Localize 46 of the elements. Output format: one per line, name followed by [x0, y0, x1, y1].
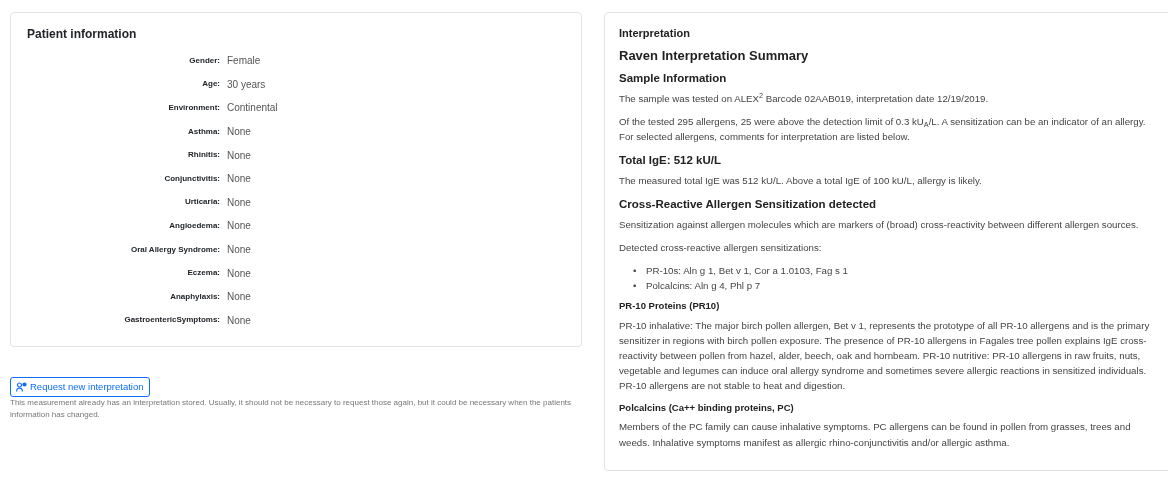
field-label: Anaphylaxis: [169, 290, 220, 303]
section-heading: Sample Information [619, 71, 728, 87]
field-value: None [227, 290, 252, 305]
field-value: 30 years [227, 77, 267, 92]
field-value: None [227, 266, 252, 281]
card-title: Interpretation [619, 26, 691, 41]
field-value: None [227, 125, 252, 140]
field-label: Gender: [188, 54, 220, 67]
field-value: None [227, 243, 252, 258]
field-label: Environment: [167, 102, 220, 114]
paragraph: The measured total IgE was 512 kU/L. Above a total IgE of 100 kU/L, allergy is likely. [619, 173, 983, 188]
field-label: GastroentericSymptoms: [123, 314, 220, 327]
bullet-marker: • [633, 263, 638, 278]
field-label: Eczema: [186, 267, 220, 280]
field-value: None [227, 219, 252, 234]
field-value: Continental [227, 101, 279, 116]
field-label: Angioedema: [168, 219, 220, 232]
users-icon [16, 382, 27, 393]
paragraph: Sensitization against allergen molecules which are markers of (broad) cross-reactivity between different allergen sources. [619, 217, 1140, 232]
card-title: Patient information [27, 26, 138, 43]
request-interpretation-button[interactable]: Request new interpretation [10, 377, 150, 398]
request-note: This measurement already has an interpretation stored. Usually, it should not be necessary to request those again, but it could be necessary when the patients information has changed. [10, 397, 573, 421]
bullet-marker: • [633, 278, 638, 293]
field-value: None [227, 195, 252, 210]
field-label: Urticaria: [183, 196, 220, 209]
paragraph: Detected cross-reactive allergen sensitizations: [619, 240, 823, 255]
paragraph: Members of the PC family can cause inhalative symptoms. PC allergens can be found in pollen from grasses, trees and weeds. Inhalative symptoms manifest as allergic rhino-conjunctivitis and/or allergic asthma. [619, 420, 1132, 450]
field-label: Conjunctivitis: [163, 172, 220, 185]
field-label: Asthma: [187, 125, 220, 138]
field-label: Rhinitis: [187, 149, 220, 162]
field-label: Oral Allergy Syndrome: [129, 243, 220, 256]
field-label: Age: [201, 78, 220, 91]
field-value: None [227, 148, 252, 163]
list-item: PR-10s: Aln g 1, Bet v 1, Cor a 1.0103, Fag s 1 [646, 263, 848, 278]
subsection-heading: PR-10 Proteins (PR10) [619, 298, 721, 313]
field-value: Female [227, 54, 262, 69]
summary-title: Raven Interpretation Summary [619, 47, 810, 66]
section-heading: Cross-Reactive Allergen Sensitization detected [619, 196, 878, 212]
section-heading: Total IgE: 512 kU/L [619, 153, 723, 169]
field-value: None [227, 313, 252, 328]
list-item: Polcalcins: Aln g 4, Phl p 7 [646, 278, 761, 293]
subsection-heading: Polcalcins (Ca++ binding proteins, PC) [619, 400, 795, 415]
paragraph: The sample was tested on ALEX$^{2}$ Barcode 02AAB019, interpretation date 12/19/2019. [619, 91, 990, 106]
field-value: None [227, 172, 252, 187]
paragraph: Of the tested 295 allergens, 25 were above the detection limit of 0.3 kU$_{A}$/L. A sensitization can be an indicator of an allergy. For selected allergens, comments for interpretation are listed below. [619, 115, 1147, 145]
paragraph: PR-10 inhalative: The major birch pollen allergen, Bet v 1, represents the prototype of all PR-10 allergens and is the primary sensitizer in regions with birch pollen exposure. The presence of PR-10 allergens in Fagales tree pollen explains IgE cross-reactivity between pollen from hazel, alder, beech, oak and hornbeam. PR-10 nutritive: PR-10 allergens in raw fruits, nuts, vegetable and legumes can induce oral allergy syndrome and sometimes severe allergic reactions in sensitized individuals. PR-10 allergens are not stable to heat and digestion. [619, 318, 1151, 393]
